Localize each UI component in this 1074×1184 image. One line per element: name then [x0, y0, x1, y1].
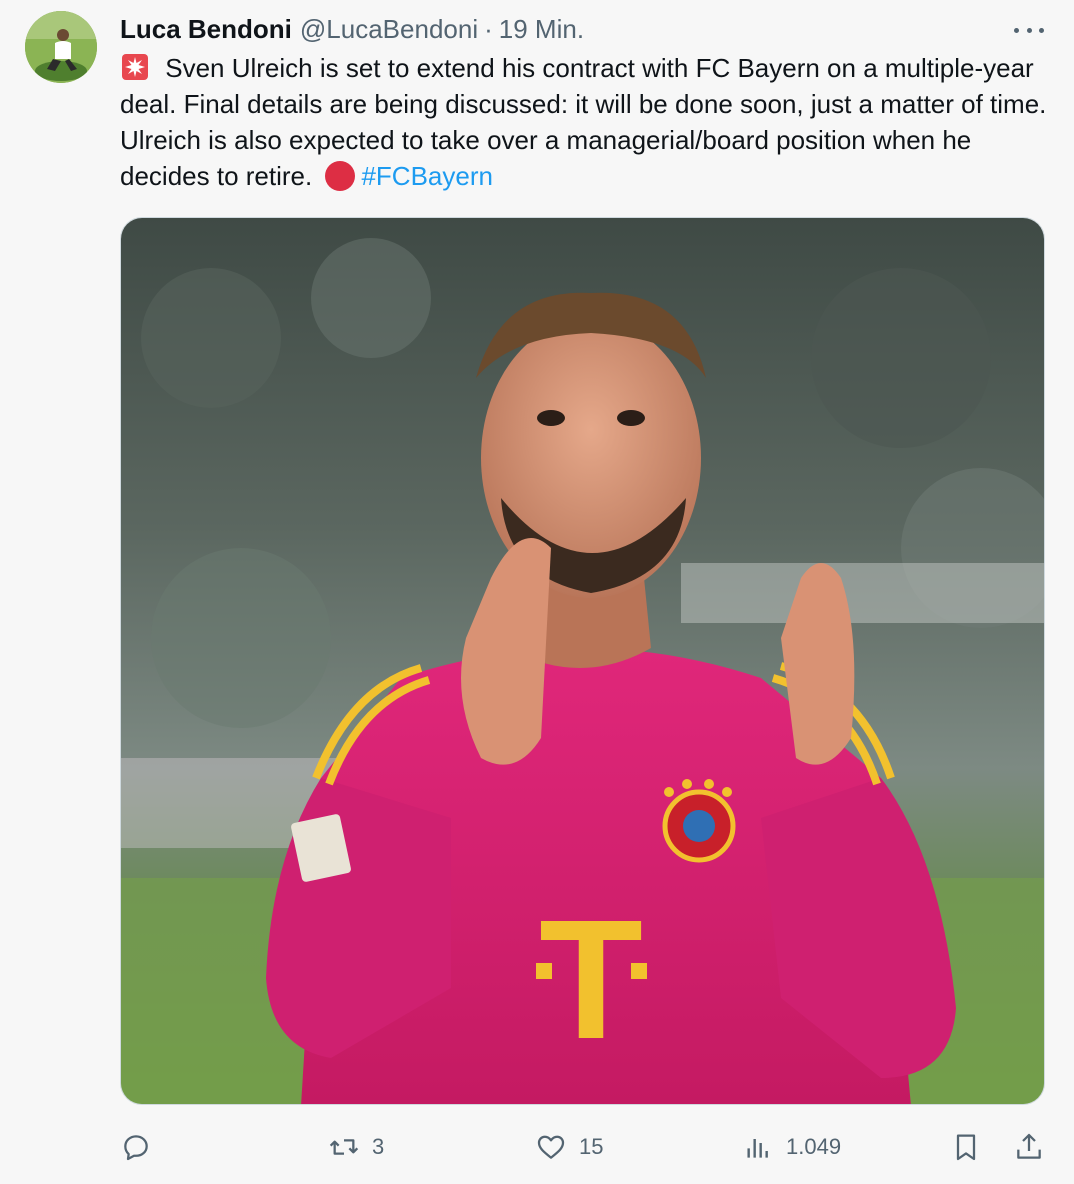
action-bar: 3 15 1.049 [120, 1125, 1050, 1169]
retweet-button[interactable]: 3 [328, 1125, 384, 1169]
bookmark-button[interactable] [950, 1125, 982, 1169]
like-button[interactable]: 15 [535, 1125, 603, 1169]
jersey-sponsor-logo: T [539, 885, 643, 1075]
avatar[interactable] [25, 11, 97, 83]
like-count: 15 [579, 1134, 604, 1159]
views-count: 1.049 [786, 1134, 842, 1159]
bookmark-icon [956, 1134, 976, 1161]
tweet-photo[interactable]: T [120, 217, 1045, 1105]
hashtag-link[interactable]: #FCBayern [361, 161, 493, 191]
separator: · [484, 13, 493, 44]
views-button[interactable]: 1.049 [742, 1125, 841, 1169]
heart-icon [537, 1135, 565, 1159]
user-handle[interactable]: @LucaBendoni [300, 14, 478, 45]
more-options-icon[interactable] [1014, 18, 1044, 42]
reply-icon [124, 1135, 148, 1161]
siren-emoji-icon [122, 54, 148, 80]
reply-button[interactable] [120, 1125, 164, 1169]
share-icon [1017, 1133, 1041, 1159]
display-name[interactable]: Luca Bendoni [120, 14, 292, 45]
retweet-icon [329, 1139, 359, 1155]
timestamp[interactable]: 19 Min. [499, 14, 584, 45]
tweet-text: Sven Ulreich is set to extend his contra… [120, 50, 1050, 194]
views-icon [747, 1139, 768, 1158]
tweet-card[interactable]: Luca Bendoni @LucaBendoni · 19 Min. Sven… [0, 0, 1074, 1184]
share-button[interactable] [1013, 1125, 1045, 1169]
tweet-body: Sven Ulreich is set to extend his contra… [120, 53, 1047, 191]
red-circle-emoji-icon [325, 161, 356, 191]
retweet-count: 3 [372, 1134, 385, 1159]
tweet-header: Luca Bendoni @LucaBendoni · 19 Min. [120, 12, 584, 46]
